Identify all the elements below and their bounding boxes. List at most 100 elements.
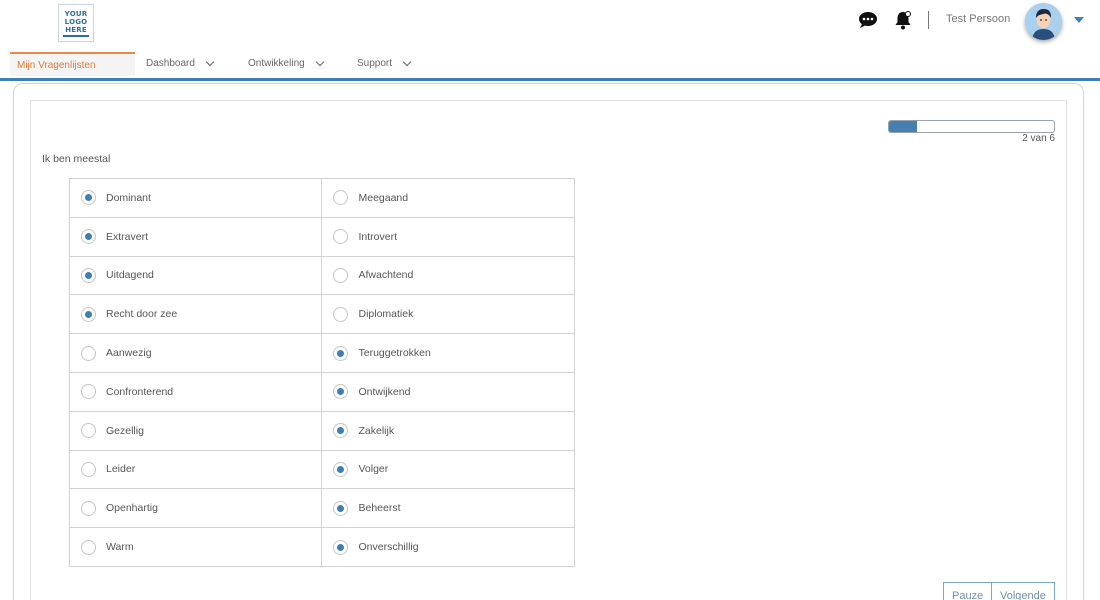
option-left[interactable]: Uitdagend xyxy=(68,255,323,296)
radio-button[interactable] xyxy=(333,229,349,245)
option-right[interactable]: Introvert xyxy=(321,216,575,257)
nav-item-ontwikkeling[interactable]: Ontwikkeling xyxy=(248,57,324,69)
nav-label-support: Support xyxy=(357,58,393,69)
radio-button[interactable] xyxy=(333,306,349,322)
option-right[interactable]: Meegaand xyxy=(321,178,575,218)
radio-button[interactable] xyxy=(81,267,96,283)
radio-button[interactable] xyxy=(81,229,96,245)
radio-button[interactable] xyxy=(81,423,96,439)
progress-fill xyxy=(889,121,918,132)
option-label: Extravert xyxy=(106,230,149,243)
radio-button[interactable] xyxy=(333,345,349,361)
option-right[interactable]: Volger xyxy=(321,449,575,490)
option-cell[interactable]: Aanwezig xyxy=(81,345,321,361)
option-left[interactable]: Leider xyxy=(68,449,323,490)
option-left[interactable]: Openhartig xyxy=(68,488,323,529)
radio-button[interactable] xyxy=(81,306,96,322)
option-row: Dominant Meegaand xyxy=(68,178,575,218)
option-label: Introvert xyxy=(358,230,397,243)
option-left[interactable]: Extravert xyxy=(68,216,323,257)
option-label: Ontwijkend xyxy=(358,385,411,398)
option-cell[interactable]: Teruggetrokken xyxy=(333,345,574,361)
option-right[interactable]: Teruggetrokken xyxy=(321,333,575,373)
option-cell[interactable]: Warm xyxy=(81,539,321,555)
question-text: Ik ben meestal xyxy=(42,153,111,165)
option-cell[interactable]: Extravert xyxy=(81,229,321,245)
user-avatar[interactable] xyxy=(1025,3,1062,40)
option-cell[interactable]: Onverschillig xyxy=(333,539,574,555)
progress-text: 2 van 6 xyxy=(1022,133,1055,144)
option-label: Uitdagend xyxy=(106,269,154,282)
option-cell[interactable]: Introvert xyxy=(333,229,574,245)
option-row: Leider Volger xyxy=(68,449,575,490)
option-cell[interactable]: Afwachtend xyxy=(333,267,574,283)
option-cell[interactable]: Volger xyxy=(333,461,574,477)
option-left[interactable]: Aanwezig xyxy=(68,333,323,373)
user-menu-caret-icon[interactable] xyxy=(1074,17,1084,23)
option-left[interactable]: Gezellig xyxy=(68,410,323,451)
radio-button[interactable] xyxy=(333,267,349,283)
tab-mijn-vragenlijsten[interactable]: Mijn Vragenlijsten xyxy=(10,52,135,76)
radio-button[interactable] xyxy=(333,384,349,400)
option-cell[interactable]: Meegaand xyxy=(333,190,574,206)
option-cell[interactable]: Uitdagend xyxy=(81,267,321,283)
company-logo[interactable]: YOUR LOGO HERE xyxy=(58,4,94,42)
option-cell[interactable]: Openhartig xyxy=(81,500,321,516)
nav-item-dashboard[interactable]: Dashboard xyxy=(146,57,215,69)
option-label: Gezellig xyxy=(106,424,144,437)
option-row: Gezellig Zakelijk xyxy=(68,410,575,451)
option-cell[interactable]: Confronterend xyxy=(81,384,321,400)
option-right[interactable]: Beheerst xyxy=(321,488,575,529)
nav-item-support[interactable]: Support xyxy=(357,57,412,69)
option-label: Meegaand xyxy=(358,191,409,204)
radio-button[interactable] xyxy=(333,423,349,439)
option-cell[interactable]: Dominant xyxy=(81,190,321,206)
option-label: Confronterend xyxy=(106,385,174,398)
option-right[interactable]: Zakelijk xyxy=(321,410,575,451)
radio-button[interactable] xyxy=(333,461,349,477)
next-button[interactable]: Volgende xyxy=(991,582,1055,600)
option-cell[interactable]: Zakelijk xyxy=(333,423,574,439)
radio-button[interactable] xyxy=(81,345,96,361)
option-left[interactable]: Recht door zee xyxy=(68,294,323,335)
radio-button[interactable] xyxy=(81,461,96,477)
bell-icon[interactable] xyxy=(894,10,912,30)
nav-label-ontwikkeling: Ontwikkeling xyxy=(248,58,305,69)
chevron-down-icon xyxy=(402,57,412,66)
nav-underline xyxy=(0,78,1100,81)
radio-button[interactable] xyxy=(81,384,96,400)
radio-button[interactable] xyxy=(81,539,96,555)
radio-button[interactable] xyxy=(333,539,349,555)
user-name[interactable]: Test Persoon xyxy=(946,13,1010,25)
chat-icon[interactable] xyxy=(858,11,878,29)
option-cell[interactable]: Diplomatiek xyxy=(333,306,574,322)
option-cell[interactable]: Beheerst xyxy=(333,500,574,516)
option-right[interactable]: Afwachtend xyxy=(321,255,575,296)
option-row: Warm Onverschillig xyxy=(68,527,575,567)
option-row: Uitdagend Afwachtend xyxy=(68,255,575,296)
option-right[interactable]: Diplomatiek xyxy=(321,294,575,335)
radio-button[interactable] xyxy=(81,190,96,206)
logo-line-1: YOUR xyxy=(64,9,88,18)
option-cell[interactable]: Ontwijkend xyxy=(333,384,574,400)
option-label: Onverschillig xyxy=(358,541,419,554)
pause-button[interactable]: Pauze xyxy=(943,582,993,600)
option-right[interactable]: Ontwijkend xyxy=(321,371,575,412)
option-left[interactable]: Confronterend xyxy=(68,371,323,412)
radio-button[interactable] xyxy=(81,500,96,516)
progress-bar xyxy=(888,120,1055,133)
option-row: Aanwezig Teruggetrokken xyxy=(68,333,575,373)
option-cell[interactable]: Leider xyxy=(81,461,321,477)
options-table: Dominant Meegaand Extravert Introvert Uitdag… xyxy=(68,178,575,567)
option-label: Recht door zee xyxy=(106,308,178,321)
option-cell[interactable]: Gezellig xyxy=(81,423,321,439)
option-left[interactable]: Dominant xyxy=(68,178,323,218)
option-right[interactable]: Onverschillig xyxy=(321,527,575,567)
option-label: Zakelijk xyxy=(358,424,395,437)
option-label: Warm xyxy=(106,541,134,554)
option-cell[interactable]: Recht door zee xyxy=(81,306,321,322)
radio-button[interactable] xyxy=(333,190,349,206)
radio-button[interactable] xyxy=(333,500,349,516)
option-left[interactable]: Warm xyxy=(68,527,323,567)
logo-bar xyxy=(63,34,89,37)
